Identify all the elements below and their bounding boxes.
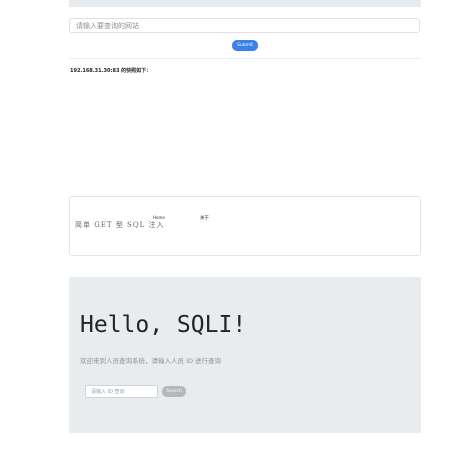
divider	[69, 58, 421, 59]
snapshot-result-label: 192.168.31.30:83 的快照如下：	[70, 68, 152, 74]
submit-button[interactable]: Submit	[232, 40, 258, 51]
search-button[interactable]: Search	[162, 386, 186, 397]
page: Submit 192.168.31.30:83 的快照如下： 简单 GET 型 …	[0, 0, 474, 460]
snapshot-nav-about[interactable]: 关于	[200, 215, 209, 221]
top-panel-edge	[69, 0, 421, 7]
snapshot-site-title: 简单 GET 型 SQL 注入	[75, 221, 165, 229]
hero-title: Hello, SQLI!	[80, 312, 247, 338]
snapshot-nav-home[interactable]: Home	[153, 215, 165, 220]
url-input[interactable]	[69, 18, 420, 33]
hero-description: 欢迎来到人员查询系统，请输入人员 ID 进行查询	[80, 357, 222, 365]
id-search-input[interactable]	[85, 385, 158, 398]
